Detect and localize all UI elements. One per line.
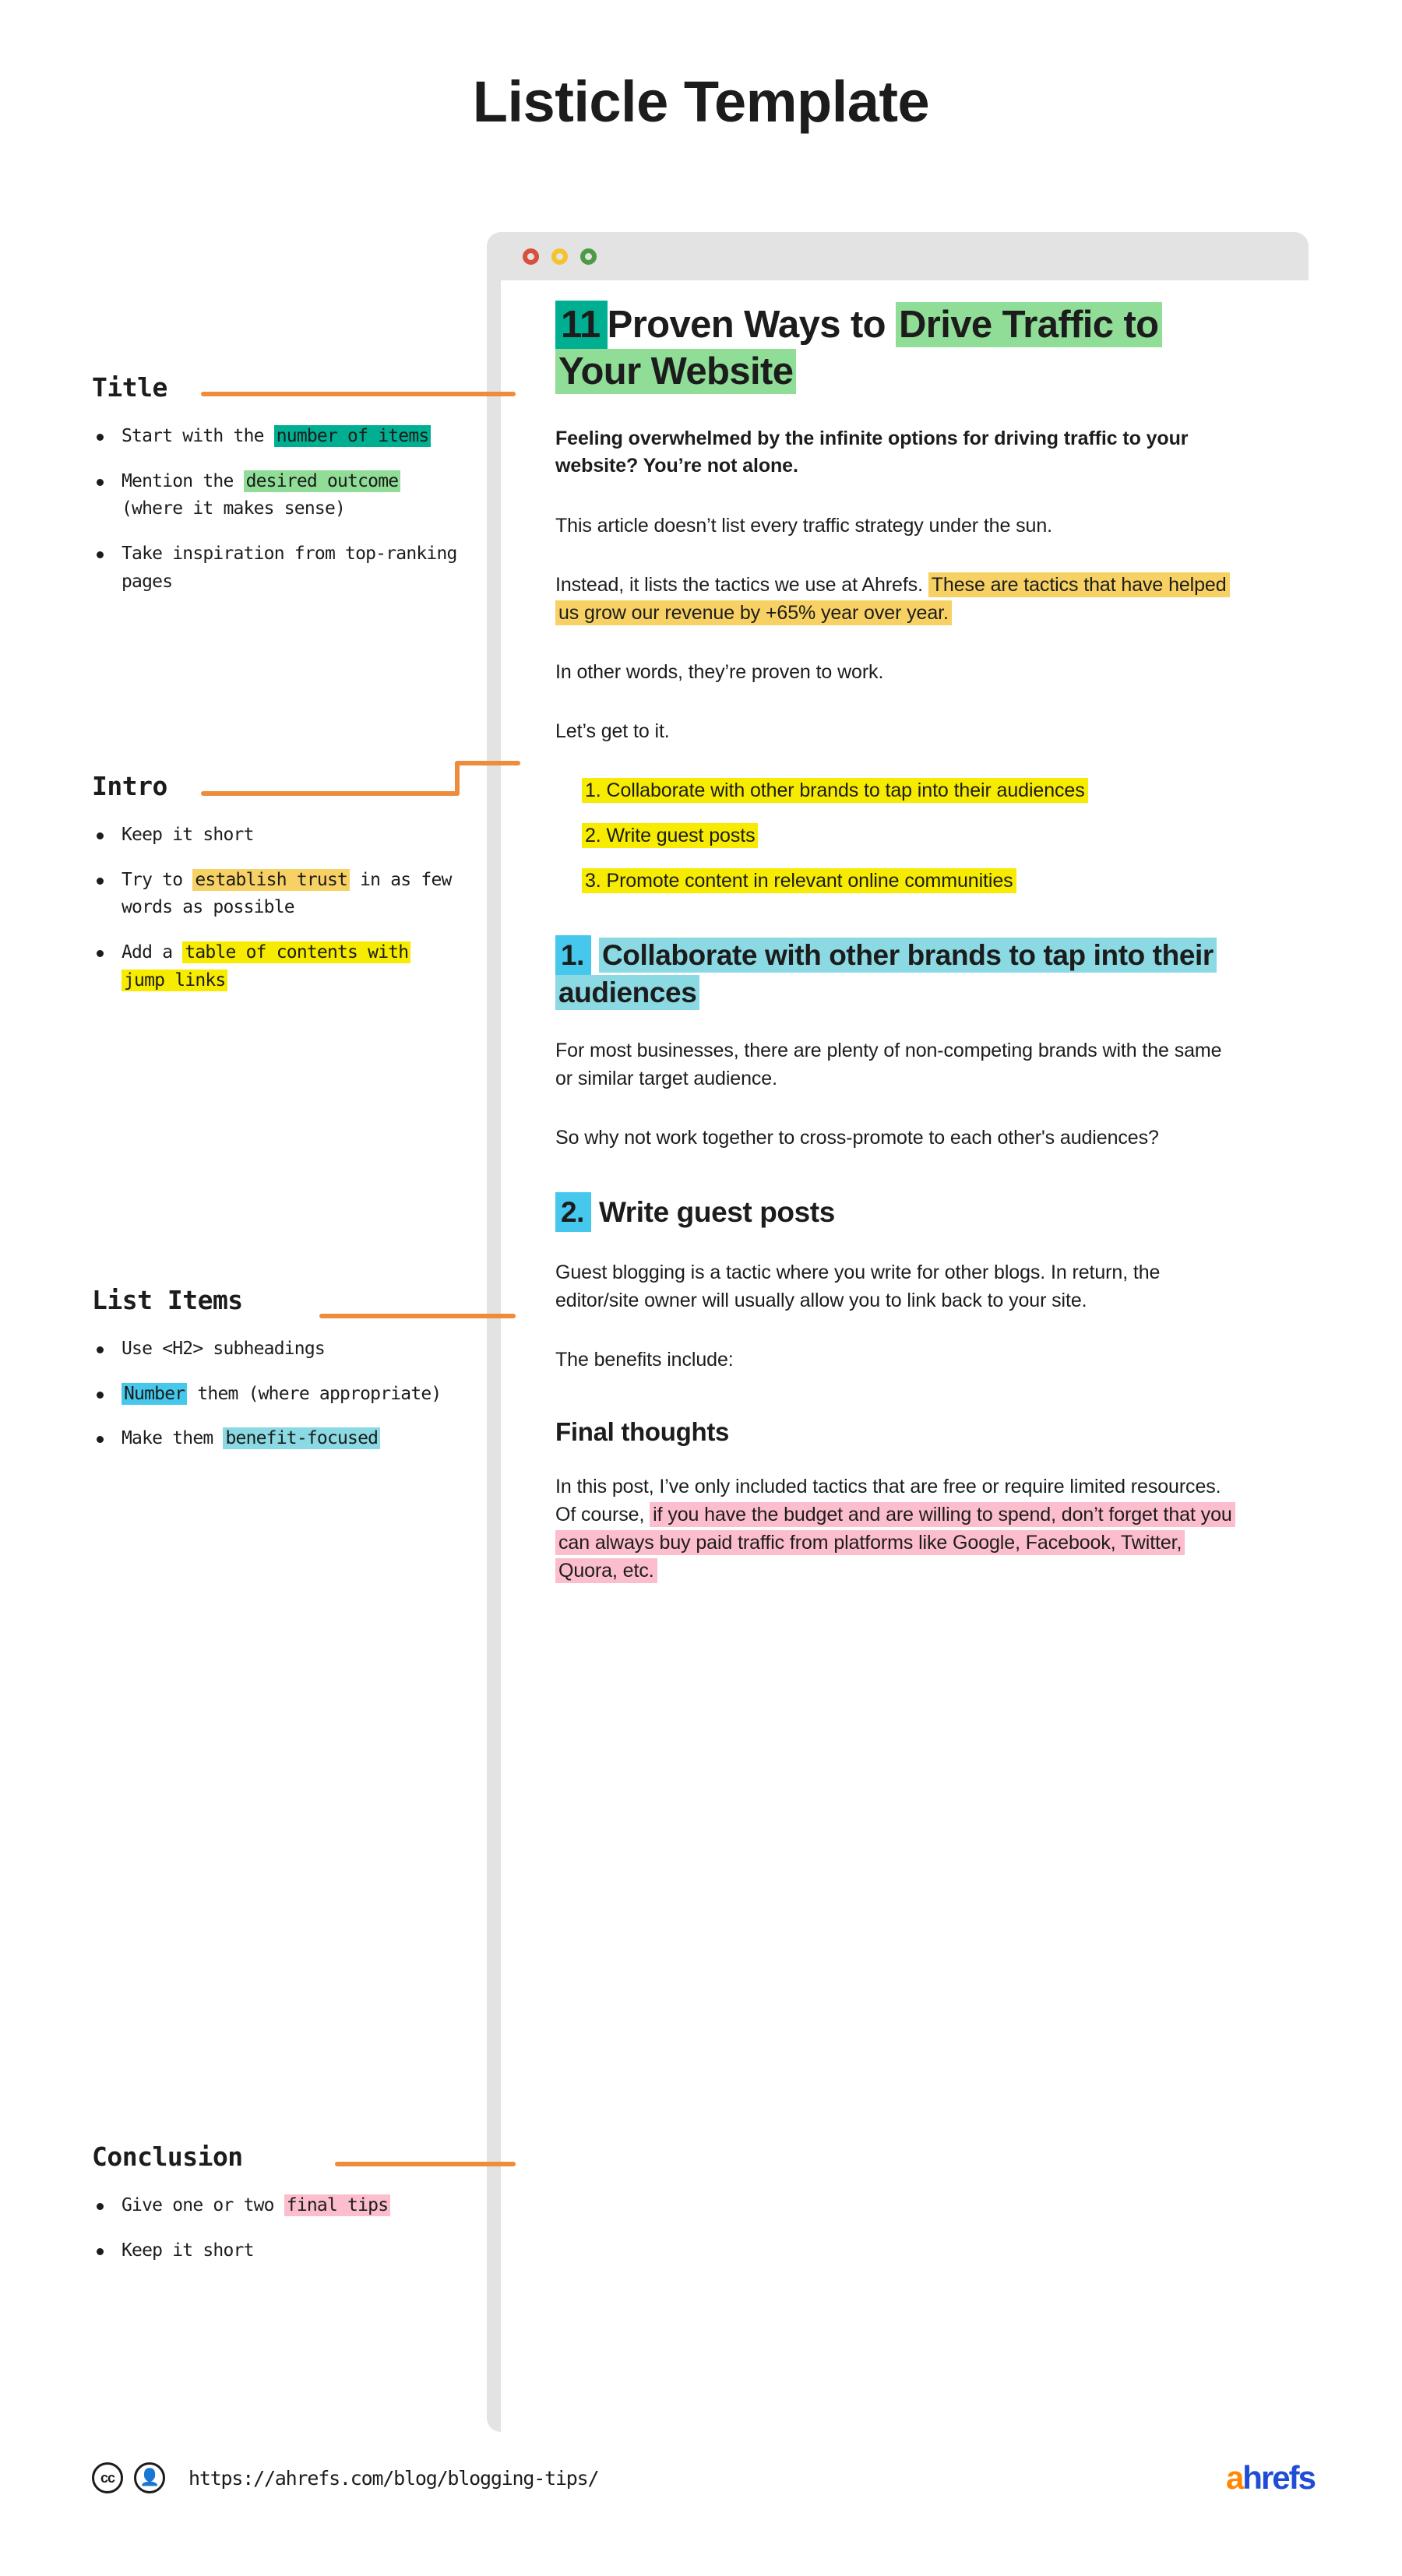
- source-url[interactable]: https://ahrefs.com/blog/blogging-tips/: [188, 2467, 600, 2490]
- list-item: Mention the desired outcome (where it ma…: [92, 468, 458, 523]
- article-paragraph-2: Instead, it lists the tactics we use at …: [555, 571, 1241, 627]
- annotation-list-items-list: Use <H2> subheadings Number them (where …: [92, 1336, 458, 1453]
- final-paragraph-highlight: if you have the budget and are willing t…: [555, 1502, 1235, 1584]
- annotation-title-heading: Title: [92, 372, 167, 403]
- browser-title-bar: [487, 232, 1309, 280]
- annotation-list-items: List Items Use <H2> subheadings Number t…: [92, 1285, 458, 1470]
- connector-line-conclusion: [335, 2162, 516, 2166]
- creative-commons-icon: cc: [92, 2462, 123, 2493]
- connector-line-intro: [201, 791, 460, 796]
- item-pre: Start with the: [122, 426, 274, 446]
- annotation-list-items-heading: List Items: [92, 1285, 243, 1315]
- item-highlight: benefit-focused: [223, 1427, 381, 1450]
- item-pre: Keep it short: [122, 825, 254, 845]
- list-item: Keep it short: [92, 2237, 458, 2265]
- annotation-intro: Intro Keep it short Try to establish tru…: [92, 771, 458, 1012]
- list-item: Number them (where appropriate): [92, 1381, 458, 1409]
- section-1-paragraph-1: For most businesses, there are plenty of…: [555, 1039, 1222, 1089]
- section-heading-2: 2. Write guest posts: [555, 1191, 1241, 1233]
- annotation-conclusion-list: Give one or two final tips Keep it short: [92, 2192, 458, 2265]
- attribution-person-icon: 👤: [134, 2462, 165, 2493]
- section-1-number: 1.: [555, 934, 592, 975]
- list-item: Add a table of contents with jump links: [92, 939, 458, 994]
- list-item: Start with the number of items: [92, 423, 458, 451]
- infographic-page: Listicle Template 11 Proven Ways to Drive…: [0, 0, 1402, 2576]
- browser-left-edge: [487, 280, 501, 2432]
- item-post: (where it makes sense): [122, 498, 346, 519]
- list-item: Try to establish trust in as few words a…: [92, 867, 458, 922]
- item-highlight: desired outcome: [243, 470, 401, 492]
- table-of-contents: 1. Collaborate with other brands to tap …: [555, 776, 1241, 895]
- list-item: Use <H2> subheadings: [92, 1336, 458, 1364]
- annotation-title-list: Start with the number of items Mention t…: [92, 423, 458, 596]
- toc-item-label: 1. Collaborate with other brands to tap …: [582, 777, 1088, 803]
- toc-item[interactable]: 1. Collaborate with other brands to tap …: [582, 776, 1241, 804]
- connector-top-intro: [455, 761, 520, 765]
- final-thoughts-heading: Final thoughts: [555, 1417, 730, 1447]
- item-pre: Make them: [122, 1428, 224, 1449]
- annotation-title: Title Start with the number of items Men…: [92, 372, 458, 613]
- item-highlight: establish trust: [192, 868, 350, 891]
- annotation-intro-heading: Intro: [92, 771, 167, 801]
- article-paragraph-4: Let’s get to it.: [555, 720, 670, 742]
- headline-middle: Proven Ways to: [607, 304, 897, 346]
- page-title: Listicle Template: [472, 69, 930, 134]
- item-pre: Use <H2> subheadings: [122, 1339, 326, 1359]
- connector-line-list-items: [319, 1314, 516, 1318]
- section-2-paragraph-2: The benefits include:: [555, 1349, 734, 1371]
- window-controls: [523, 248, 597, 265]
- toc-item-label: 3. Promote content in relevant online co…: [582, 867, 1016, 893]
- article-paragraph-1: This article doesn’t list every traffic …: [555, 514, 1052, 537]
- browser-mockup: 11 Proven Ways to Drive Traffic to Your W…: [487, 232, 1309, 2432]
- section-1-title: Collaborate with other brands to tap int…: [555, 937, 1217, 1010]
- ahrefs-logo: ahrefs: [1225, 2459, 1316, 2497]
- item-pre: Take inspiration from top-ranking pages: [122, 543, 457, 592]
- item-highlight: Number: [122, 1382, 188, 1405]
- item-pre: Add a: [122, 941, 183, 962]
- creative-commons-icons: cc 👤: [92, 2462, 165, 2493]
- article-headline: 11 Proven Ways to Drive Traffic to Your W…: [555, 301, 1241, 394]
- list-item: Keep it short: [92, 822, 458, 850]
- section-1-paragraph-2: So why not work together to cross-promot…: [555, 1126, 1159, 1149]
- item-post: them (where appropriate): [187, 1383, 442, 1404]
- close-dot-icon[interactable]: [523, 248, 539, 265]
- toc-item[interactable]: 3. Promote content in relevant online co…: [582, 867, 1241, 895]
- list-item: Give one or two final tips: [92, 2192, 458, 2220]
- section-heading-1: 1. Collaborate with other brands to tap …: [555, 934, 1241, 1010]
- annotation-conclusion-heading: Conclusion: [92, 2141, 243, 2172]
- connector-line-title: [201, 392, 516, 396]
- logo-letter-a: a: [1225, 2459, 1244, 2496]
- list-item: Take inspiration from top-ranking pages: [92, 540, 458, 596]
- toc-item[interactable]: 2. Write guest posts: [582, 822, 1241, 850]
- item-pre: Give one or two: [122, 2195, 284, 2215]
- connector-riser-intro: [455, 761, 460, 796]
- section-2-title: Write guest posts: [598, 1195, 835, 1228]
- final-thoughts-paragraph: In this post, I’ve only included tactics…: [555, 1473, 1241, 1585]
- annotation-intro-list: Keep it short Try to establish trust in …: [92, 822, 458, 994]
- section-2-paragraph-1: Guest blogging is a tactic where you wri…: [555, 1262, 1161, 1312]
- footer: cc 👤 https://ahrefs.com/blog/blogging-ti…: [92, 2455, 1316, 2501]
- minimize-dot-icon[interactable]: [551, 248, 568, 265]
- item-pre: Try to: [122, 869, 193, 890]
- headline-number: 11: [555, 301, 608, 350]
- item-highlight: number of items: [273, 425, 432, 447]
- logo-letters-hrefs: hrefs: [1242, 2459, 1316, 2496]
- list-item: Make them benefit-focused: [92, 1425, 458, 1453]
- article-paragraph-3: In other words, they’re proven to work.: [555, 660, 884, 683]
- maximize-dot-icon[interactable]: [580, 248, 597, 265]
- item-pre: Mention the: [122, 470, 244, 491]
- article-lead: Feeling overwhelmed by the infinite opti…: [555, 427, 1189, 477]
- item-highlight: final tips: [284, 2194, 391, 2216]
- toc-item-label: 2. Write guest posts: [582, 822, 759, 848]
- section-2-number: 2.: [555, 1191, 592, 1233]
- item-pre: Keep it short: [122, 2240, 254, 2261]
- article-content: 11 Proven Ways to Drive Traffic to Your W…: [555, 301, 1241, 1616]
- paragraph-2-plain: Instead, it lists the tactics we use at …: [555, 573, 928, 596]
